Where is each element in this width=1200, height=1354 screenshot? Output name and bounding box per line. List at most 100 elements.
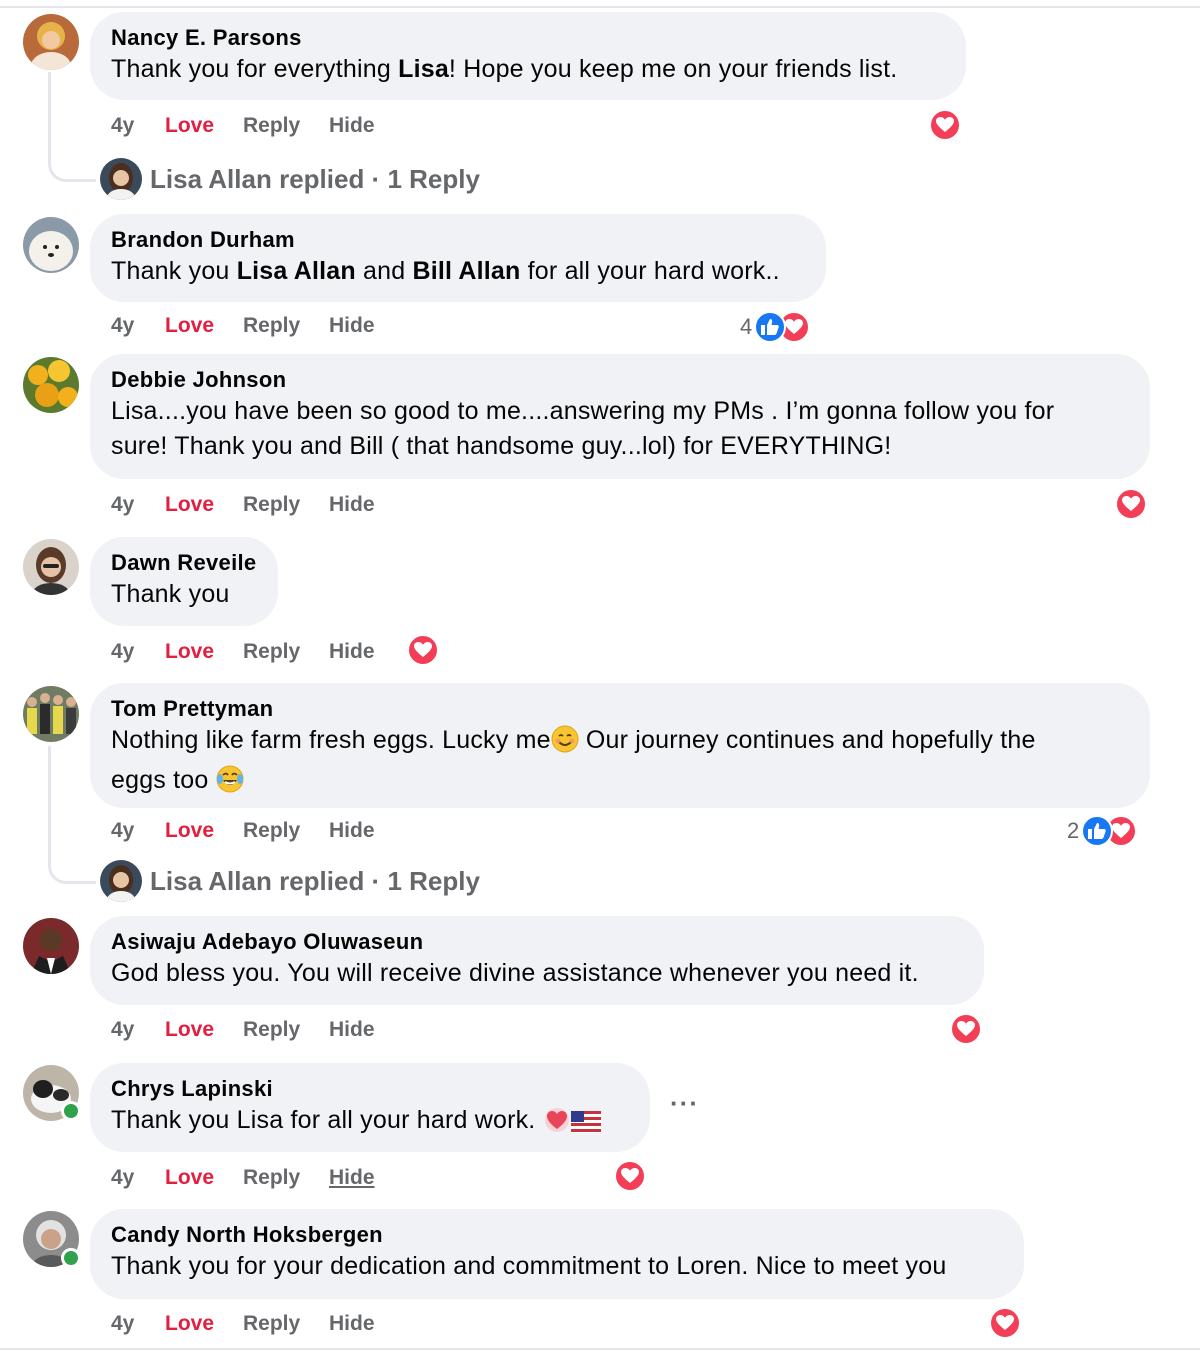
comment-text: Lisa....you have been so good to me....a… (111, 394, 1129, 464)
avatar[interactable] (23, 539, 79, 595)
comment-text-line: sure! Thank you and Bill ( that handsome… (111, 432, 892, 460)
reaction-summary[interactable] (989, 1306, 1021, 1340)
love-reaction-icon (1115, 488, 1147, 520)
avatar[interactable] (23, 14, 79, 70)
more-options-icon[interactable]: ··· (670, 1088, 699, 1119)
reaction-summary[interactable] (950, 1012, 982, 1046)
love-button[interactable]: Love (165, 1017, 243, 1043)
comment-actions: 4y Love Reply Hide (111, 492, 375, 518)
comment-author[interactable]: Debbie Johnson (111, 366, 1129, 394)
comment-text: Thank you Lisa Allan and Bill Allan for … (111, 257, 780, 285)
reaction-summary[interactable] (929, 108, 961, 142)
tears-of-joy-emoji (216, 765, 244, 803)
comment-text: Thank you (111, 580, 230, 608)
hide-button[interactable]: Hide (329, 1017, 375, 1043)
comment-bubble: Tom Prettyman Nothing like farm fresh eg… (90, 683, 1150, 808)
love-button[interactable]: Love (165, 1311, 243, 1337)
avatar[interactable] (23, 918, 79, 974)
comment-author[interactable]: Asiwaju Adebayo Oluwaseun (111, 928, 963, 956)
comment-actions: 4y Love Reply Hide (111, 313, 375, 339)
comment-actions: 4y Love Reply Hide (111, 1311, 375, 1337)
replied-name: Lisa Allan replied (150, 865, 365, 896)
timestamp[interactable]: 4y (111, 113, 165, 139)
comment-text: Thank you for your dedication and commit… (111, 1252, 947, 1280)
reaction-summary[interactable] (614, 1159, 646, 1193)
timestamp[interactable]: 4y (111, 1165, 165, 1191)
online-status-icon (61, 1101, 81, 1121)
love-button[interactable]: Love (165, 113, 243, 139)
hide-button[interactable]: Hide (329, 639, 375, 665)
reply-button[interactable]: Reply (243, 113, 329, 139)
reply-button[interactable]: Reply (243, 1165, 329, 1191)
comment-author[interactable]: Candy North Hoksbergen (111, 1221, 1003, 1249)
reply-button[interactable]: Reply (243, 492, 329, 518)
mention-tag[interactable]: Lisa (398, 55, 449, 83)
reply-button[interactable]: Reply (243, 639, 329, 665)
comment-text-line: Nothing like farm fresh eggs. Lucky me O… (111, 723, 1129, 763)
online-status-icon (61, 1248, 81, 1268)
comment-actions: 4y Love Reply Hide (111, 113, 375, 139)
thread-line (48, 72, 96, 182)
timestamp[interactable]: 4y (111, 1017, 165, 1043)
timestamp[interactable]: 4y (111, 818, 165, 844)
love-button[interactable]: Love (165, 639, 243, 665)
comment-bubble: Asiwaju Adebayo Oluwaseun God bless you.… (90, 916, 984, 1005)
love-reaction-icon (929, 109, 961, 141)
smiling-face-emoji (551, 725, 579, 763)
avatar[interactable] (23, 357, 79, 413)
comment-text: Thank you Lisa for all your hard work. (111, 1103, 629, 1143)
avatar[interactable] (23, 686, 79, 742)
like-reaction-icon (1081, 815, 1114, 847)
love-button[interactable]: Love (165, 492, 243, 518)
love-reaction-icon (407, 634, 439, 666)
comment-bubble: Brandon Durham Thank you Lisa Allan and … (90, 214, 826, 302)
comment-author[interactable]: Chrys Lapinski (111, 1075, 629, 1103)
hide-button[interactable]: Hide (329, 1311, 375, 1337)
comment-bubble: Chrys Lapinski Thank you Lisa for all yo… (90, 1063, 650, 1152)
hide-button[interactable]: Hide (329, 492, 375, 518)
comment-bubble: Candy North Hoksbergen Thank you for you… (90, 1209, 1024, 1299)
separator: · (364, 865, 388, 896)
mention-tag[interactable]: Lisa Allan (237, 257, 356, 285)
reply-button[interactable]: Reply (243, 1017, 329, 1043)
reaction-summary[interactable]: 2 (1067, 814, 1138, 848)
comment-author[interactable]: Tom Prettyman (111, 695, 1129, 723)
comment-bubble: Debbie Johnson Lisa....you have been so … (90, 354, 1150, 479)
timestamp[interactable]: 4y (111, 313, 165, 339)
hide-button[interactable]: Hide (329, 818, 375, 844)
comment-text-line: Lisa....you have been so good to me....a… (111, 397, 1055, 425)
replies-link[interactable]: Lisa Allan replied · 1 Reply (100, 157, 480, 201)
timestamp[interactable]: 4y (111, 1311, 165, 1337)
reaction-summary[interactable] (407, 633, 439, 667)
comment-bubble: Dawn Reveile Thank you (90, 537, 278, 626)
separator: · (364, 163, 388, 194)
replies-link[interactable]: Lisa Allan replied · 1 Reply (100, 859, 480, 903)
hide-button[interactable]: Hide (329, 113, 375, 139)
love-button[interactable]: Love (165, 1165, 243, 1191)
comment-actions: 4y Love Reply Hide (111, 1165, 375, 1191)
us-flag-emoji (570, 1108, 601, 1143)
avatar[interactable] (23, 217, 79, 273)
hide-button[interactable]: Hide (329, 1165, 375, 1191)
reply-button[interactable]: Reply (243, 818, 329, 844)
comment-text: Thank you for everything Lisa! Hope you … (111, 55, 898, 83)
reaction-summary[interactable] (1115, 487, 1147, 521)
bottom-divider (0, 1348, 1200, 1350)
timestamp[interactable]: 4y (111, 639, 165, 665)
comment-author[interactable]: Dawn Reveile (111, 549, 257, 577)
comment-actions: 4y Love Reply Hide (111, 639, 375, 665)
reply-button[interactable]: Reply (243, 313, 329, 339)
comment-author[interactable]: Brandon Durham (111, 226, 805, 254)
comment-author[interactable]: Nancy E. Parsons (111, 24, 945, 52)
love-button[interactable]: Love (165, 313, 243, 339)
timestamp[interactable]: 4y (111, 492, 165, 518)
hide-button[interactable]: Hide (329, 313, 375, 339)
reaction-summary[interactable]: 4 (740, 310, 811, 344)
love-reaction-icon (614, 1160, 646, 1192)
avatar (100, 158, 142, 200)
reply-count: 1 Reply (387, 865, 480, 896)
love-button[interactable]: Love (165, 818, 243, 844)
mention-tag[interactable]: Bill Allan (412, 257, 520, 285)
reply-button[interactable]: Reply (243, 1311, 329, 1337)
love-reaction-icon (989, 1307, 1021, 1339)
